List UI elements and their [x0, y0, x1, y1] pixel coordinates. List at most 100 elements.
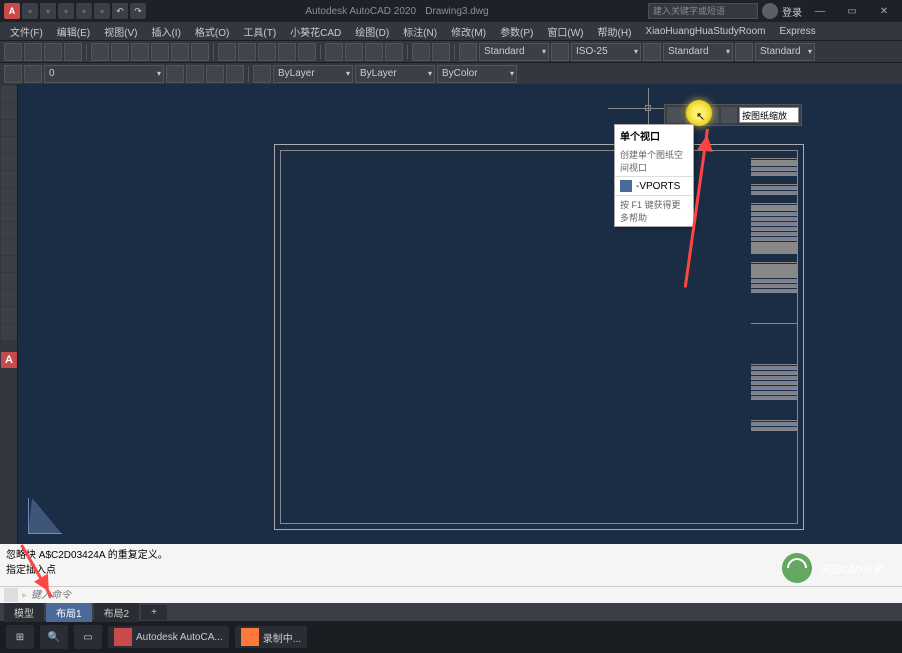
layer-icon-a[interactable]: [166, 65, 184, 83]
menu-modify[interactable]: 修改(M): [445, 23, 492, 40]
tb-icon-9[interactable]: [171, 43, 189, 61]
table-tool-icon[interactable]: [1, 273, 17, 289]
undo-icon[interactable]: ↶: [112, 3, 128, 19]
command-input-row[interactable]: ▸: [0, 586, 902, 603]
tb-icon-18[interactable]: [365, 43, 383, 61]
menu-view[interactable]: 视图(V): [98, 23, 143, 40]
task-view-icon[interactable]: ▭: [74, 625, 102, 649]
tb-icon-10[interactable]: [191, 43, 209, 61]
tb-icon-12[interactable]: [238, 43, 256, 61]
search-icon[interactable]: 🔍: [40, 625, 68, 649]
tb-icon-8[interactable]: [151, 43, 169, 61]
open-icon[interactable]: ▫: [40, 3, 56, 19]
line-tool-icon[interactable]: [1, 86, 17, 102]
saveas-icon[interactable]: ▫: [76, 3, 92, 19]
layer-icon-b[interactable]: [186, 65, 204, 83]
menu-window[interactable]: 窗口(W): [541, 23, 589, 40]
tb-icon-16[interactable]: [325, 43, 343, 61]
app-logo[interactable]: A: [4, 3, 20, 19]
color-icon[interactable]: [253, 65, 271, 83]
dim-style-dropdown[interactable]: ISO-25: [571, 43, 641, 61]
tb-icon-20[interactable]: [412, 43, 430, 61]
tb-icon-1[interactable]: [4, 43, 22, 61]
redo-icon[interactable]: ↷: [130, 3, 146, 19]
save-icon[interactable]: ▫: [58, 3, 74, 19]
tb-icon-21[interactable]: [432, 43, 450, 61]
maximize-button[interactable]: ▭: [838, 3, 866, 19]
point-tool-icon[interactable]: [1, 222, 17, 238]
ellipse-tool-icon[interactable]: [1, 171, 17, 187]
user-avatar-icon[interactable]: [762, 3, 778, 19]
menu-dim[interactable]: 标注(N): [397, 23, 443, 40]
arc-tool-icon[interactable]: [1, 137, 17, 153]
tb-icon-6[interactable]: [111, 43, 129, 61]
block-tool-icon[interactable]: [1, 239, 17, 255]
app-badge-icon[interactable]: A: [1, 352, 17, 368]
viewport-icon-1[interactable]: [667, 107, 683, 123]
menu-format[interactable]: 格式(O): [189, 23, 235, 40]
viewport-icon-4[interactable]: [721, 107, 737, 123]
taskbar-app-autocad[interactable]: Autodesk AutoCA...: [108, 626, 229, 648]
tb-icon-14[interactable]: [278, 43, 296, 61]
menu-insert[interactable]: 插入(I): [145, 23, 186, 40]
layer-dropdown[interactable]: 0: [44, 65, 164, 83]
table-style-dropdown[interactable]: Standard: [663, 43, 733, 61]
layer-prop-icon[interactable]: [4, 65, 22, 83]
plot-icon[interactable]: ▫: [94, 3, 110, 19]
menu-xhh[interactable]: 小葵花CAD: [284, 23, 347, 40]
tb-icon-3[interactable]: [44, 43, 62, 61]
tb-icon-5[interactable]: [91, 43, 109, 61]
new-icon[interactable]: ▫: [22, 3, 38, 19]
layer-icon-c[interactable]: [206, 65, 224, 83]
menu-edit[interactable]: 编辑(E): [51, 23, 96, 40]
spline-tool-icon[interactable]: [1, 205, 17, 221]
tab-layout1[interactable]: 布局1: [46, 603, 92, 622]
menu-tools[interactable]: 工具(T): [237, 23, 282, 40]
tb-icon-11[interactable]: [218, 43, 236, 61]
login-label[interactable]: 登录: [782, 4, 802, 19]
menu-param[interactable]: 参数(P): [494, 23, 539, 40]
dim-style-icon[interactable]: [551, 43, 569, 61]
tab-layout2[interactable]: 布局2: [94, 603, 140, 622]
boundary-tool-icon[interactable]: [1, 307, 17, 323]
color-dropdown[interactable]: ByLayer: [273, 65, 353, 83]
tab-model[interactable]: 模型: [4, 603, 44, 622]
lineweight-dropdown[interactable]: ByColor: [437, 65, 517, 83]
taskbar-app-recorder[interactable]: 录制中...: [235, 626, 307, 648]
donut-tool-icon[interactable]: [1, 324, 17, 340]
menu-draw[interactable]: 绘图(D): [349, 23, 395, 40]
menu-express[interactable]: Express: [773, 25, 821, 38]
rect-tool-icon[interactable]: [1, 154, 17, 170]
mleader-style-icon[interactable]: [735, 43, 753, 61]
tb-icon-2[interactable]: [24, 43, 42, 61]
start-button[interactable]: ⊞: [6, 625, 34, 649]
tb-icon-15[interactable]: [298, 43, 316, 61]
drawing-canvas[interactable]: 按图纸缩放 ↖ 单个视口 创建单个图纸空间视口 -VPORTS 按 F1 键获得…: [18, 84, 902, 544]
viewport-scale-dropdown[interactable]: 按图纸缩放: [739, 107, 799, 123]
hatch-tool-icon[interactable]: [1, 188, 17, 204]
layer-icon-d[interactable]: [226, 65, 244, 83]
menu-xhhroom[interactable]: XiaoHuangHuaStudyRoom: [639, 25, 771, 38]
tab-add[interactable]: +: [141, 605, 167, 620]
text-style-icon[interactable]: [459, 43, 477, 61]
minimize-button[interactable]: —: [806, 3, 834, 19]
circle-tool-icon[interactable]: [1, 120, 17, 136]
help-search[interactable]: 建入关键字或短语: [648, 3, 758, 19]
tb-icon-13[interactable]: [258, 43, 276, 61]
tb-icon-7[interactable]: [131, 43, 149, 61]
polyline-tool-icon[interactable]: [1, 103, 17, 119]
text-style-dropdown[interactable]: Standard: [479, 43, 549, 61]
tb-icon-17[interactable]: [345, 43, 363, 61]
command-input[interactable]: [31, 590, 898, 601]
menu-file[interactable]: 文件(F): [4, 23, 49, 40]
tb-icon-4[interactable]: [64, 43, 82, 61]
menu-help[interactable]: 帮助(H): [592, 23, 638, 40]
close-button[interactable]: ✕: [870, 3, 898, 19]
layer-state-icon[interactable]: [24, 65, 42, 83]
tb-icon-19[interactable]: [385, 43, 403, 61]
linetype-dropdown[interactable]: ByLayer: [355, 65, 435, 83]
table-style-icon[interactable]: [643, 43, 661, 61]
mleader-style-dropdown[interactable]: Standard: [755, 43, 815, 61]
region-tool-icon[interactable]: [1, 290, 17, 306]
text-tool-icon[interactable]: [1, 256, 17, 272]
